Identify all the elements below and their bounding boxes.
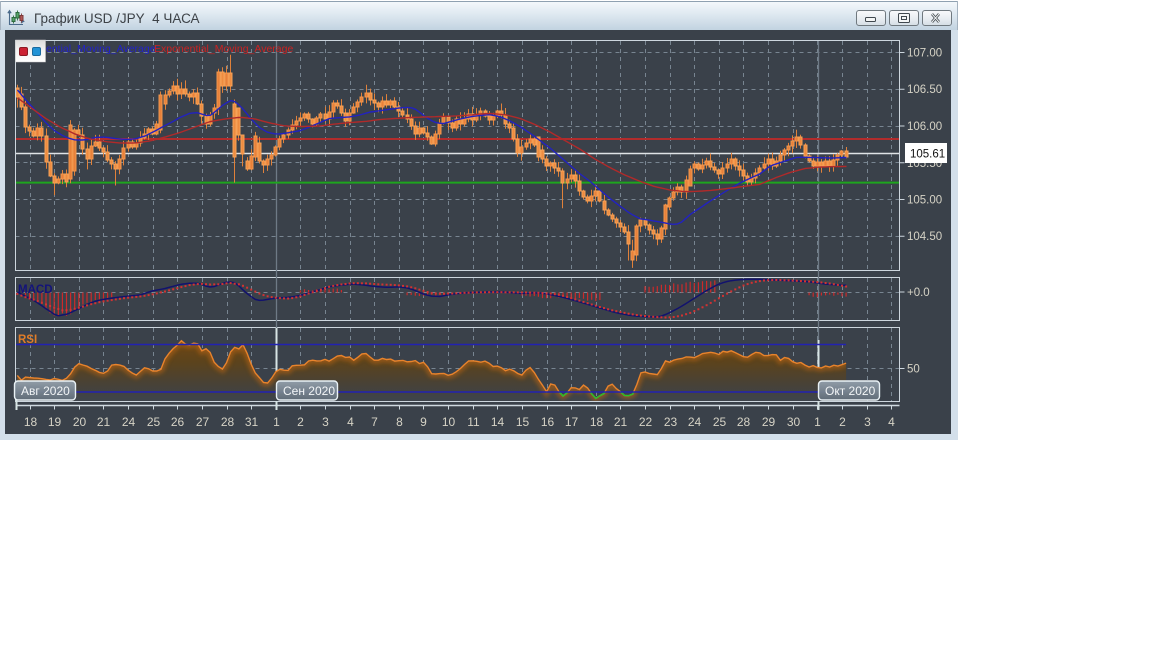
svg-text:25: 25 <box>713 415 727 429</box>
svg-text:21: 21 <box>97 415 111 429</box>
svg-text:18: 18 <box>24 415 38 429</box>
svg-text:3: 3 <box>864 415 871 429</box>
svg-text:+0.0: +0.0 <box>907 287 930 299</box>
svg-text:2: 2 <box>839 415 846 429</box>
svg-text:31: 31 <box>245 415 259 429</box>
svg-text:23: 23 <box>664 415 678 429</box>
svg-text:20: 20 <box>73 415 87 429</box>
svg-text:Авг 2020: Авг 2020 <box>21 384 70 398</box>
svg-text:Exponential_Moving_Average: Exponential_Moving_Average <box>154 43 293 55</box>
svg-text:19: 19 <box>48 415 62 429</box>
svg-text:18: 18 <box>590 415 604 429</box>
svg-text:8: 8 <box>396 415 403 429</box>
svg-text:3: 3 <box>322 415 329 429</box>
svg-text:16: 16 <box>541 415 555 429</box>
svg-text:106.00: 106.00 <box>907 121 942 133</box>
svg-text:28: 28 <box>221 415 235 429</box>
svg-text:Окт 2020: Окт 2020 <box>825 384 876 398</box>
svg-text:26: 26 <box>171 415 185 429</box>
svg-text:29: 29 <box>762 415 776 429</box>
svg-text:2: 2 <box>297 415 304 429</box>
svg-text:1: 1 <box>814 415 821 429</box>
svg-text:30: 30 <box>787 415 801 429</box>
svg-text:107.00: 107.00 <box>907 48 942 60</box>
svg-text:4: 4 <box>347 415 354 429</box>
svg-text:4: 4 <box>888 415 895 429</box>
svg-text:7: 7 <box>371 415 378 429</box>
svg-text:106.50: 106.50 <box>907 84 942 96</box>
svg-text:MACD: MACD <box>18 284 53 296</box>
svg-text:1: 1 <box>273 415 280 429</box>
svg-text:27: 27 <box>196 415 210 429</box>
svg-text:14: 14 <box>491 415 505 429</box>
svg-text:24: 24 <box>122 415 136 429</box>
svg-text:50: 50 <box>907 364 920 376</box>
svg-text:17: 17 <box>565 415 579 429</box>
svg-text:104.50: 104.50 <box>907 231 942 243</box>
svg-text:9: 9 <box>420 415 427 429</box>
svg-text:10: 10 <box>442 415 456 429</box>
svg-text:Сен 2020: Сен 2020 <box>283 384 335 398</box>
svg-text:График USD /JPY 4 ЧАСА: График USD /JPY 4 ЧАСА <box>34 11 200 26</box>
svg-text:24: 24 <box>688 415 702 429</box>
svg-text:11: 11 <box>467 415 480 429</box>
svg-text:15: 15 <box>516 415 530 429</box>
svg-text:21: 21 <box>614 415 628 429</box>
svg-text:22: 22 <box>639 415 653 429</box>
svg-text:105.61: 105.61 <box>910 149 945 161</box>
svg-text:28: 28 <box>737 415 751 429</box>
svg-text:105.00: 105.00 <box>907 195 942 207</box>
svg-text:25: 25 <box>147 415 161 429</box>
svg-text:ential_Moving_Average:: ential_Moving_Average: <box>46 43 158 55</box>
